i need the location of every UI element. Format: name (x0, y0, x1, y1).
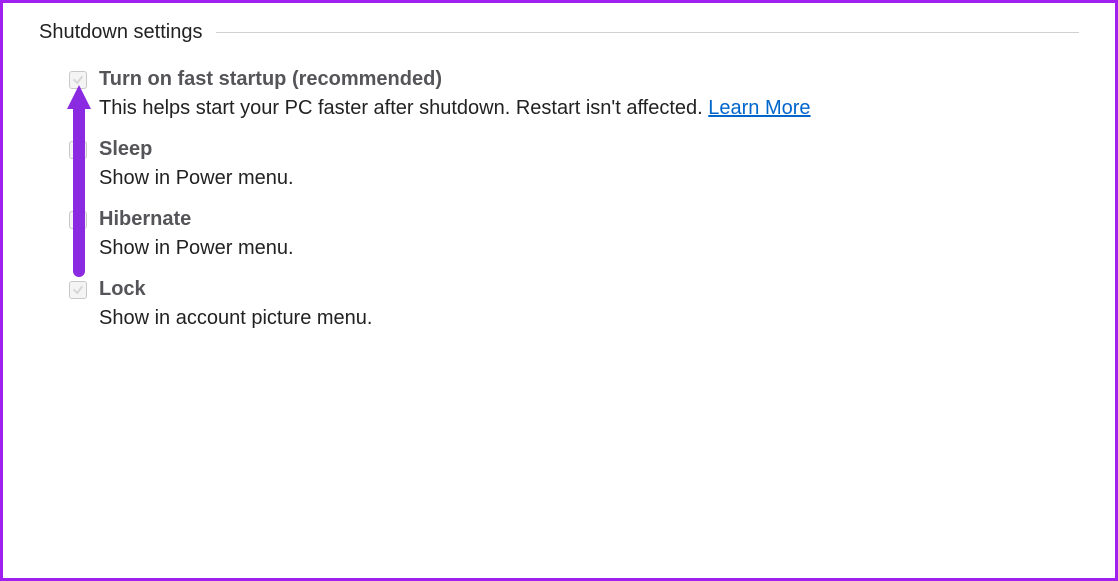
hibernate-description: Show in Power menu. (99, 237, 1079, 260)
hibernate-checkbox[interactable] (69, 211, 87, 229)
shutdown-options-group: Turn on fast startup (recommended) This … (39, 68, 1079, 330)
fast-startup-label: Turn on fast startup (recommended) (99, 68, 442, 91)
fast-startup-checkbox[interactable] (69, 71, 87, 89)
learn-more-link[interactable]: Learn More (708, 97, 810, 119)
section-divider (216, 32, 1079, 33)
lock-description: Show in account picture menu. (99, 307, 1079, 330)
sleep-label: Sleep (99, 138, 152, 161)
section-header: Shutdown settings (39, 21, 1079, 44)
sleep-description: Show in Power menu. (99, 167, 1079, 190)
option-fast-startup: Turn on fast startup (recommended) This … (69, 68, 1079, 120)
option-lock: Lock Show in account picture menu. (69, 278, 1079, 330)
sleep-checkbox[interactable] (69, 141, 87, 159)
option-hibernate: Hibernate Show in Power menu. (69, 208, 1079, 260)
check-icon (72, 74, 84, 86)
lock-label: Lock (99, 278, 146, 301)
option-sleep: Sleep Show in Power menu. (69, 138, 1079, 190)
lock-checkbox[interactable] (69, 281, 87, 299)
section-title: Shutdown settings (39, 21, 202, 44)
check-icon (72, 144, 84, 156)
fast-startup-description: This helps start your PC faster after sh… (99, 97, 1079, 120)
fast-startup-desc-text: This helps start your PC faster after sh… (99, 97, 708, 119)
check-icon (72, 284, 84, 296)
hibernate-label: Hibernate (99, 208, 191, 231)
